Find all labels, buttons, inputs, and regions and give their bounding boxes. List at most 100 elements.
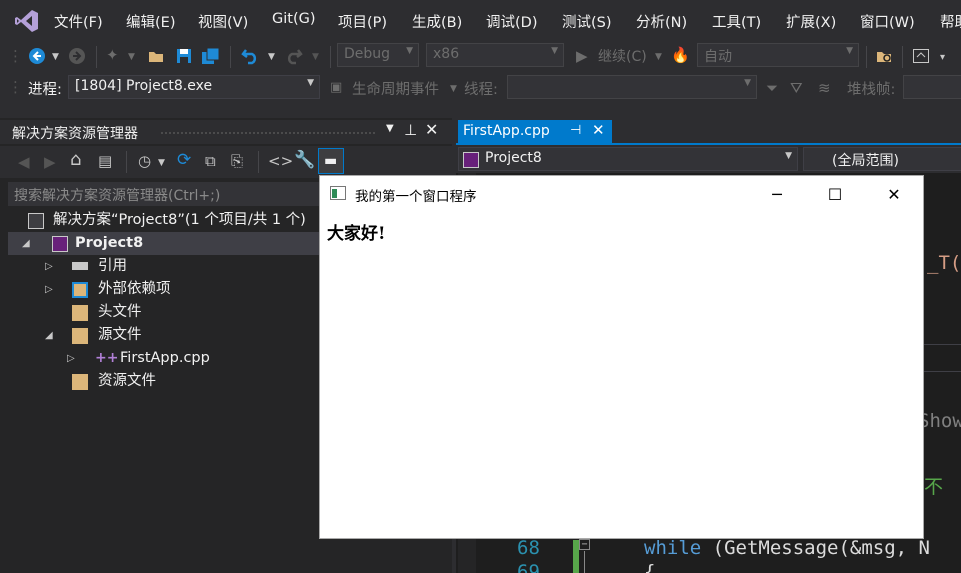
code-fragment-comment: 不 bbox=[924, 476, 944, 498]
menu-file[interactable]: 文件(F) bbox=[54, 11, 103, 32]
grip-icon: ⋮ bbox=[8, 47, 23, 65]
menu-analyze[interactable]: 分析(N) bbox=[636, 11, 687, 32]
menu-git[interactable]: Git(G) bbox=[272, 11, 316, 27]
open-folder-icon[interactable] bbox=[148, 47, 166, 65]
menu-debug[interactable]: 调试(D) bbox=[486, 11, 537, 32]
menu-build[interactable]: 生成(B) bbox=[412, 11, 462, 32]
redo-dropdown-icon[interactable]: ▼ bbox=[312, 47, 319, 67]
debug-target-select[interactable]: 自动 ▼ bbox=[697, 43, 859, 67]
filter-flag-icon[interactable]: ⛛ bbox=[790, 78, 803, 98]
cpp-file-icon: ++ bbox=[95, 350, 119, 366]
expand-threads-icon[interactable]: ≋ bbox=[818, 78, 831, 98]
sync-icon[interactable]: ⟳ bbox=[177, 150, 191, 170]
redo-icon[interactable] bbox=[284, 46, 304, 66]
collapsed-arrow-icon[interactable]: ▷ bbox=[67, 347, 75, 370]
back-icon[interactable]: ◀ bbox=[18, 152, 30, 172]
tab-label: FirstApp.cpp bbox=[463, 123, 550, 139]
tab-pin-icon[interactable]: ⊣ bbox=[570, 123, 581, 138]
fold-collapse-icon[interactable]: − bbox=[579, 539, 590, 550]
preview-selected-button[interactable]: ▬ bbox=[318, 148, 344, 174]
separator bbox=[126, 151, 127, 173]
tree-label: 头文件 bbox=[98, 304, 142, 320]
continue-dropdown-icon[interactable]: ▼ bbox=[655, 47, 662, 67]
menu-window[interactable]: 窗口(W) bbox=[860, 11, 915, 32]
show-all-files-icon[interactable]: ⎘ bbox=[231, 151, 243, 171]
tab-firstapp-cpp[interactable]: FirstApp.cpp ⊣ ✕ bbox=[458, 120, 612, 144]
pending-dropdown-icon[interactable]: ▼ bbox=[158, 153, 165, 173]
back-icon[interactable] bbox=[28, 47, 46, 65]
maximize-button[interactable]: ☐ bbox=[806, 176, 864, 213]
grip-icon: ⋮ bbox=[8, 78, 23, 96]
project-nav-select[interactable]: Project8 ▼ bbox=[458, 147, 798, 171]
separator bbox=[230, 46, 231, 68]
play-icon[interactable]: ▶ bbox=[576, 46, 588, 66]
undo-dropdown-icon[interactable]: ▼ bbox=[268, 47, 275, 67]
code-view-icon[interactable]: <> bbox=[268, 151, 293, 171]
menu-bar: 文件(F) 编辑(E) 视图(V) Git(G) 项目(P) 生成(B) 调试(… bbox=[0, 0, 961, 42]
stack-frame-select[interactable] bbox=[903, 75, 961, 99]
code-fragment-show: Show bbox=[918, 410, 961, 432]
expanded-arrow-icon[interactable]: ◢ bbox=[45, 324, 53, 347]
panel-menu-icon[interactable]: ▼ bbox=[386, 123, 394, 134]
lifecycle-events-icon[interactable]: ▣ bbox=[330, 78, 342, 98]
forward-icon[interactable] bbox=[68, 47, 86, 65]
tree-label: 引用 bbox=[98, 258, 127, 274]
code-line-69: { bbox=[644, 561, 656, 573]
collapsed-arrow-icon[interactable]: ▷ bbox=[45, 255, 53, 278]
continue-button[interactable]: 继续(C) bbox=[598, 47, 647, 67]
new-item-dropdown-icon[interactable]: ▼ bbox=[128, 47, 135, 67]
tree-label: 源文件 bbox=[98, 327, 142, 343]
drag-grip[interactable] bbox=[160, 131, 376, 135]
line-number: 68 bbox=[517, 537, 540, 559]
editor-divider bbox=[924, 344, 961, 372]
home-window-icon[interactable] bbox=[912, 47, 930, 65]
tab-close-icon[interactable]: ✕ bbox=[592, 121, 605, 139]
tree-label: FirstApp.cpp bbox=[120, 350, 210, 366]
configuration-select[interactable]: Debug ▼ bbox=[337, 43, 419, 67]
thread-select[interactable]: ▼ bbox=[507, 75, 757, 99]
undo-icon[interactable] bbox=[240, 46, 260, 66]
save-icon[interactable] bbox=[175, 47, 193, 65]
properties-wrench-icon[interactable]: 🔧 bbox=[294, 150, 315, 170]
platform-select[interactable]: x86 ▼ bbox=[426, 43, 564, 67]
lifecycle-dropdown-icon[interactable]: ▼ bbox=[450, 79, 457, 99]
close-button[interactable]: ✕ bbox=[865, 176, 923, 213]
expanded-arrow-icon[interactable]: ◢ bbox=[22, 232, 30, 255]
panel-title: 解决方案资源管理器 bbox=[12, 126, 138, 142]
tree-label: 外部依赖项 bbox=[98, 281, 171, 297]
solution-explorer-titlebar: 解决方案资源管理器 ▼ ⊥ ✕ bbox=[0, 120, 452, 144]
app-window-title: 我的第一个窗口程序 bbox=[355, 189, 477, 205]
back-dropdown-icon[interactable]: ▼ bbox=[52, 47, 59, 67]
home-icon[interactable]: ⌂ bbox=[70, 150, 81, 170]
app-window[interactable]: 我的第一个窗口程序 ─ ☐ ✕ 大家好! bbox=[319, 175, 924, 539]
forward-icon[interactable]: ▶ bbox=[44, 152, 56, 172]
scope-nav-select[interactable]: (全局范围) bbox=[803, 147, 961, 171]
hot-reload-icon[interactable]: 🔥 bbox=[671, 45, 690, 65]
menu-extensions[interactable]: 扩展(X) bbox=[786, 11, 836, 32]
save-all-icon[interactable] bbox=[201, 47, 221, 65]
menu-test[interactable]: 测试(S) bbox=[562, 11, 612, 32]
platform-value: x86 bbox=[433, 46, 460, 62]
collapse-all-icon[interactable]: ⧉ bbox=[205, 151, 216, 171]
collapsed-arrow-icon[interactable]: ▷ bbox=[45, 278, 53, 301]
process-select[interactable]: [1804] Project8.exe ▼ bbox=[68, 75, 320, 99]
switch-views-icon[interactable]: ▤ bbox=[98, 151, 112, 171]
find-in-files-icon[interactable] bbox=[876, 47, 894, 65]
menu-project[interactable]: 项目(P) bbox=[338, 11, 387, 32]
menu-tools[interactable]: 工具(T) bbox=[712, 11, 761, 32]
close-panel-icon[interactable]: ✕ bbox=[425, 120, 438, 139]
debug-location-toolbar: ⋮ 进程: [1804] Project8.exe ▼ ▣ 生命周期事件 ▼ 线程… bbox=[0, 72, 961, 104]
minimize-button[interactable]: ─ bbox=[748, 176, 806, 213]
pin-icon[interactable]: ⊥ bbox=[404, 121, 417, 139]
menu-help[interactable]: 帮助 bbox=[940, 11, 961, 32]
new-item-icon[interactable]: ✦ bbox=[106, 45, 119, 65]
menu-view[interactable]: 视图(V) bbox=[198, 11, 248, 32]
chevron-down-icon: ▼ bbox=[406, 46, 413, 56]
separator bbox=[258, 151, 259, 173]
toolbar-options-icon[interactable]: ▾ bbox=[940, 48, 945, 68]
filter-icon[interactable]: ⏷ bbox=[766, 78, 778, 98]
lifecycle-events-button[interactable]: 生命周期事件 bbox=[352, 78, 439, 99]
menu-edit[interactable]: 编辑(E) bbox=[126, 11, 175, 32]
pending-changes-icon[interactable]: ◷ bbox=[138, 151, 151, 171]
cpp-project-icon bbox=[463, 152, 479, 168]
